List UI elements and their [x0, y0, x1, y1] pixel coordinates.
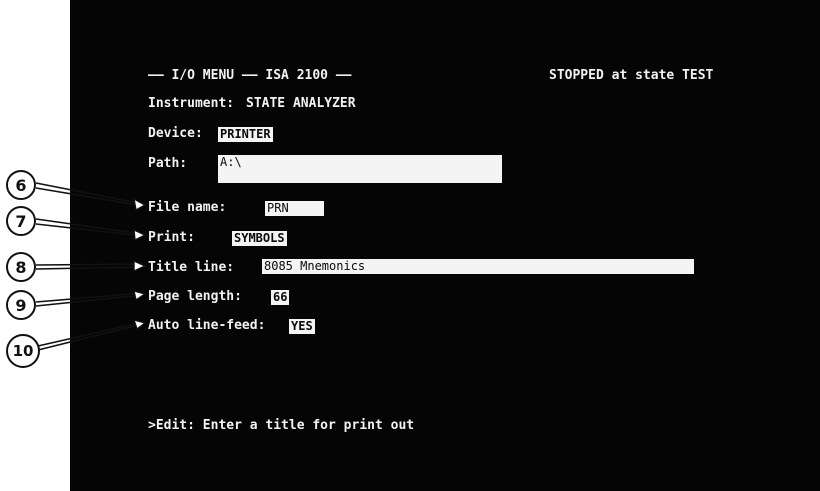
callout-7: 7 [6, 206, 36, 236]
callout-6: 6 [6, 170, 36, 200]
callout-10: 10 [6, 334, 40, 368]
callout-9: 9 [6, 290, 36, 320]
callout-arrows [35, 182, 147, 351]
callout-8: 8 [6, 252, 36, 282]
